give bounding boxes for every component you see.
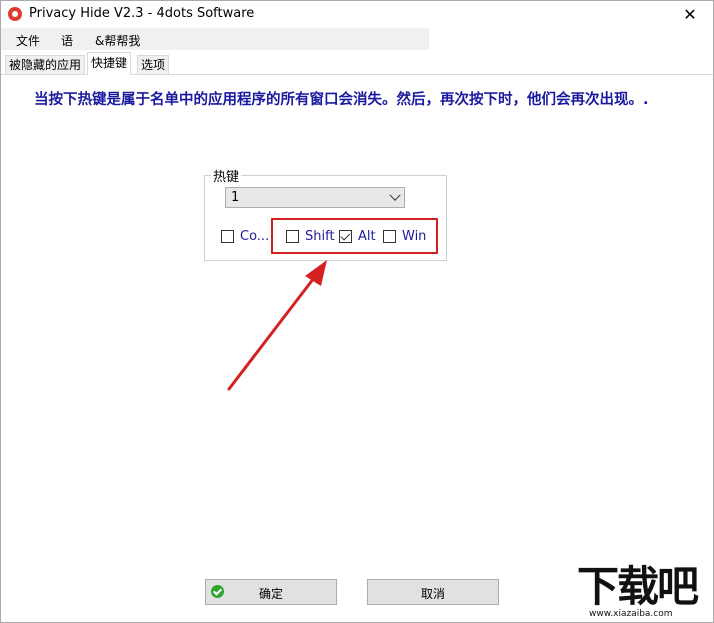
cancel-button-label: 取消 bbox=[420, 587, 445, 601]
ctrl-checkbox[interactable] bbox=[221, 230, 234, 243]
menu-bar: 文件 语 &帮帮我 bbox=[1, 28, 429, 50]
app-window: Privacy Hide V2.3 - 4dots Software ✕ 文件 … bbox=[0, 0, 714, 623]
instruction-text: 当按下热键是属于名单中的应用程序的所有窗口会消失。然后，再次按下时，他们会再次出… bbox=[34, 92, 649, 108]
chevron-down-icon bbox=[389, 189, 401, 201]
hotkey-key-value: 1 bbox=[231, 190, 240, 205]
window-title: Privacy Hide V2.3 - 4dots Software bbox=[29, 6, 255, 21]
watermark-text: 下载吧 bbox=[577, 562, 699, 611]
watermark-url: www.xiazaiba.com bbox=[589, 609, 673, 619]
annotation-arrow-icon bbox=[227, 260, 327, 391]
title-bar: Privacy Hide V2.3 - 4dots Software ✕ bbox=[1, 1, 713, 28]
highlight-box bbox=[271, 218, 438, 254]
app-icon bbox=[8, 7, 22, 21]
tab-options[interactable]: 选项 bbox=[137, 55, 170, 74]
ctrl-checkbox-label[interactable]: Co... bbox=[240, 229, 269, 244]
menu-file[interactable]: 文件 bbox=[16, 32, 40, 49]
close-button[interactable]: ✕ bbox=[667, 1, 713, 28]
ok-button-label: 确定 bbox=[258, 587, 283, 601]
menu-help[interactable]: &帮帮我 bbox=[95, 32, 140, 49]
cancel-button[interactable]: 取消 bbox=[367, 579, 499, 605]
hotkey-group-label: 热键 bbox=[211, 166, 242, 185]
ok-button[interactable]: 确定 bbox=[205, 579, 337, 605]
hotkey-key-select[interactable]: 1 bbox=[225, 187, 405, 208]
tab-hotkeys[interactable]: 快捷键 bbox=[87, 52, 132, 75]
tab-hidden-apps[interactable]: 被隐藏的应用 bbox=[5, 55, 86, 74]
watermark-logo: 下载吧 www.xiazaiba.com bbox=[577, 563, 713, 622]
tab-strip: 被隐藏的应用 快捷键 选项 bbox=[1, 52, 713, 75]
menu-language[interactable]: 语 bbox=[61, 32, 73, 49]
